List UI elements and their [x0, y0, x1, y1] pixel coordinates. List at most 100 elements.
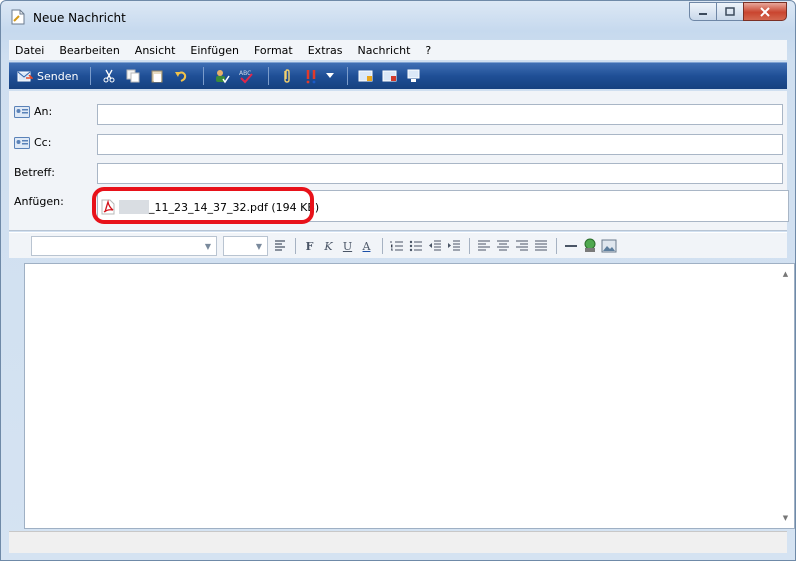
toolbar-separator [268, 67, 270, 85]
sign-icon [358, 70, 373, 82]
subject-field[interactable] [97, 163, 783, 184]
cut-button[interactable] [99, 66, 119, 86]
window-controls [689, 2, 787, 22]
offline-button[interactable] [404, 66, 424, 86]
copy-icon [126, 69, 140, 83]
spelling-button[interactable]: ABC [236, 66, 256, 86]
bullet-list-button[interactable] [407, 236, 424, 256]
paste-icon [151, 70, 163, 83]
cut-icon [103, 69, 115, 83]
toolbar-separator [203, 67, 205, 85]
menu-extras[interactable]: Extras [308, 44, 343, 57]
decrease-indent-icon [428, 240, 441, 251]
underline-button[interactable]: U [339, 236, 356, 256]
toolbar-separator [90, 67, 92, 85]
to-field[interactable] [97, 104, 783, 125]
justify-button[interactable] [532, 236, 549, 256]
format-toolbar: ▼ ▼ F K U A [9, 232, 787, 258]
priority-dropdown-button[interactable] [325, 66, 335, 86]
paragraph-style-button[interactable] [271, 236, 288, 256]
menu-format[interactable]: Format [254, 44, 293, 57]
maximize-button[interactable] [716, 2, 743, 21]
align-center-button[interactable] [494, 236, 511, 256]
horizontal-line-icon [564, 245, 577, 247]
increase-indent-icon [447, 240, 460, 251]
italic-button[interactable]: K [320, 236, 337, 256]
link-icon [584, 238, 595, 252]
statusbar [9, 531, 787, 553]
bold-button[interactable]: F [301, 236, 318, 256]
minimize-button[interactable] [689, 2, 716, 21]
send-button[interactable]: Senden [13, 65, 82, 87]
picture-icon [601, 239, 616, 253]
undo-button[interactable] [171, 66, 191, 86]
format-separator [382, 238, 383, 254]
align-right-icon [515, 240, 528, 251]
align-left-button[interactable] [475, 236, 492, 256]
check-names-button[interactable] [212, 66, 232, 86]
sign-button[interactable] [356, 66, 376, 86]
offline-icon [407, 69, 420, 82]
decrease-indent-button[interactable] [426, 236, 443, 256]
subject-label-group: Betreff: [14, 166, 55, 179]
horizontal-line-button[interactable] [562, 236, 579, 256]
priority-button[interactable] [301, 66, 321, 86]
titlebar[interactable]: Neue Nachricht [1, 1, 795, 31]
format-icons: F K U A [271, 236, 619, 256]
attach-label: Anfügen: [14, 195, 64, 208]
message-body[interactable]: ▲ ▼ [24, 263, 795, 529]
send-label: Senden [37, 69, 79, 83]
close-icon [760, 6, 770, 17]
to-label-group[interactable]: An: [14, 105, 52, 118]
scroll-down-icon[interactable]: ▼ [777, 510, 794, 526]
priority-icon [307, 70, 316, 84]
format-separator [295, 238, 296, 254]
address-book-icon [14, 136, 30, 149]
message-header: An: Cc: Betreff: Anfügen: _11_23_14_37_3… [9, 91, 789, 231]
copy-button[interactable] [123, 66, 143, 86]
insert-link-button[interactable] [581, 236, 598, 256]
cc-field[interactable] [97, 134, 783, 155]
align-left-icon [477, 240, 490, 251]
menu-ansicht[interactable]: Ansicht [135, 44, 176, 57]
encrypt-icon [382, 70, 397, 82]
font-size-combo[interactable]: ▼ [223, 236, 268, 256]
window: Neue Nachricht Datei Bearbeiten Ansicht … [0, 0, 796, 561]
chevron-down-icon[interactable]: ▼ [251, 237, 267, 255]
spelling-icon: ABC [239, 70, 254, 84]
send-icon [17, 71, 33, 82]
to-label: An: [34, 105, 53, 118]
increase-indent-button[interactable] [445, 236, 462, 256]
numbered-list-button[interactable] [388, 236, 405, 256]
close-button[interactable] [743, 2, 787, 21]
font-combo[interactable]: ▼ [31, 236, 217, 256]
menu-nachricht[interactable]: Nachricht [358, 44, 411, 57]
paste-button[interactable] [147, 66, 167, 86]
check-names-icon [216, 70, 231, 84]
justify-icon [534, 240, 547, 251]
align-right-button[interactable] [513, 236, 530, 256]
toolbar-separator [347, 67, 349, 85]
cc-label: Cc: [34, 136, 52, 149]
menu-einfuegen[interactable]: Einfügen [190, 44, 239, 57]
menu-help[interactable]: ? [425, 44, 431, 57]
scroll-up-icon[interactable]: ▲ [777, 266, 794, 282]
window-title: Neue Nachricht [33, 11, 126, 25]
chevron-down-icon[interactable]: ▼ [200, 237, 216, 255]
insert-picture-button[interactable] [600, 236, 617, 256]
highlight-annotation [92, 187, 314, 224]
menubar: Datei Bearbeiten Ansicht Einfügen Format… [9, 40, 787, 60]
menu-bearbeiten[interactable]: Bearbeiten [59, 44, 119, 57]
attach-label-group: Anfügen: [14, 195, 64, 208]
encrypt-button[interactable] [380, 66, 400, 86]
align-center-icon [496, 240, 509, 251]
menu-datei[interactable]: Datei [15, 44, 44, 57]
cc-label-group[interactable]: Cc: [14, 136, 51, 149]
address-book-icon [14, 105, 30, 118]
main-toolbar: Senden ABC [9, 62, 787, 89]
format-separator [469, 238, 470, 254]
attach-button[interactable] [277, 66, 297, 86]
font-color-button[interactable]: A [358, 236, 375, 256]
bullet-list-icon [409, 240, 422, 252]
vertical-scrollbar[interactable]: ▲ ▼ [777, 264, 794, 528]
